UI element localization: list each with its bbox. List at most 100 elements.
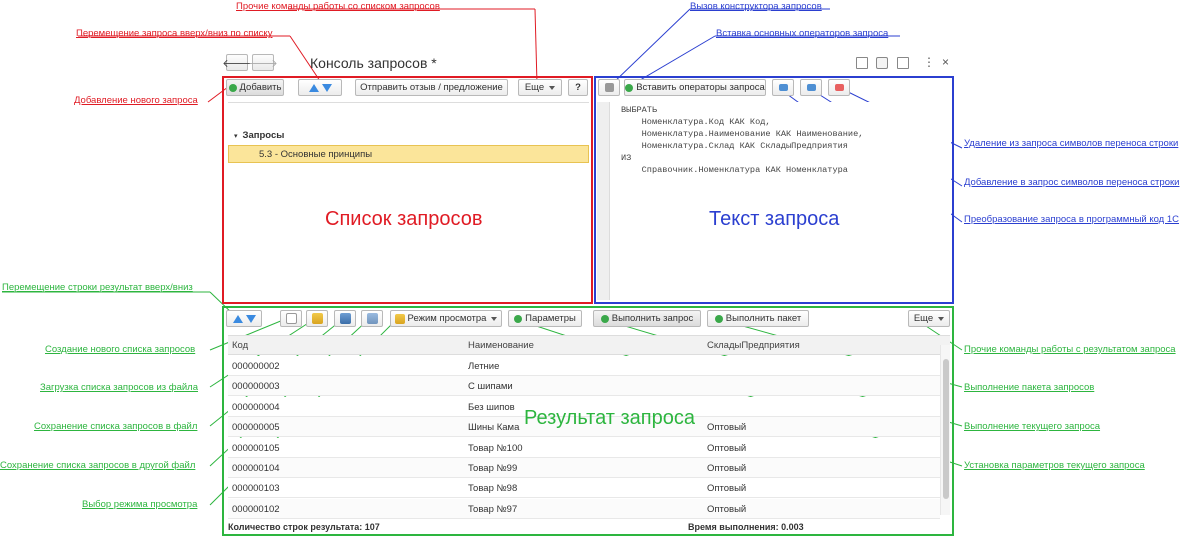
chevron-down-icon	[549, 85, 556, 90]
query-list-frame	[222, 76, 593, 304]
table-cell: Товар №97	[468, 503, 518, 515]
code-gutter	[597, 102, 610, 300]
add-icon	[228, 83, 237, 92]
table-cell: Оптовый	[707, 503, 747, 515]
ann-add-query: Добавление нового запроса	[74, 95, 198, 106]
remove-linebreaks-button[interactable]	[828, 79, 850, 96]
column-header-name[interactable]: Наименование	[468, 340, 534, 351]
close-icon[interactable]: ×	[942, 55, 949, 69]
table-cell: Оптовый	[707, 442, 747, 454]
folder-open-icon	[311, 313, 323, 324]
arrow-right-icon: 🡒	[248, 57, 278, 70]
ann-move-result-row: Перемещение строки результат вверх/вниз	[2, 282, 193, 293]
execute-query-button[interactable]: Выполнить запрос	[593, 310, 701, 327]
result-more-button[interactable]: Еще	[908, 310, 950, 327]
column-header-warehouse[interactable]: СкладыПредприятия	[707, 340, 800, 351]
table-row[interactable]: 000000002 Летние	[228, 356, 940, 376]
table-cell: Товар №98	[468, 483, 518, 495]
table-cell: 000000105	[232, 442, 280, 454]
insert-operators-button[interactable]: Вставить операторы запроса	[624, 79, 766, 96]
collapse-icon: ▾	[234, 133, 238, 140]
tree-item-selected[interactable]: 5.3 - Основные принципы	[228, 145, 589, 163]
table-cell: Летние	[468, 361, 500, 372]
save-window-icon[interactable]	[856, 57, 868, 69]
result-table-header: Код Наименование СкладыПредприятия	[228, 335, 950, 355]
new-list-button[interactable]	[280, 310, 302, 327]
view-mode-button[interactable]: Режим просмотра	[390, 310, 502, 327]
arrow-up-icon	[232, 314, 243, 323]
table-row[interactable]: 000000103 Товар №98 Оптовый	[228, 478, 940, 499]
back-button[interactable]: 🡐	[222, 54, 252, 71]
feedback-button[interactable]: Отправить отзыв / предложение	[355, 79, 508, 96]
table-row[interactable]: 000000105 Товар №100 Оптовый	[228, 437, 940, 458]
insert-icon	[625, 83, 634, 92]
column-header-code[interactable]: Код	[232, 340, 248, 351]
to-program-code-button[interactable]	[772, 79, 794, 96]
load-list-button[interactable]	[306, 310, 328, 327]
table-row[interactable]: 000000104 Товар №99 Оптовый	[228, 458, 940, 478]
table-cell: Оптовый	[707, 483, 747, 495]
table-cell: 000000103	[232, 483, 280, 495]
ann-save-list-other: Сохранение списка запросов в другой файл	[0, 460, 196, 471]
chevron-down-icon	[938, 316, 945, 321]
execute-batch-button[interactable]: Выполнить пакет	[707, 310, 809, 327]
window-title: Консоль запросов *	[310, 55, 437, 71]
execute-icon	[600, 314, 609, 323]
query-result-label: Результат запроса	[524, 407, 696, 429]
ann-other-result-commands: Прочие команды работы с результатом запр…	[964, 344, 1176, 355]
table-cell: Оптовый	[707, 463, 747, 474]
ann-new-list: Создание нового списка запросов	[45, 344, 196, 355]
save-icon	[339, 313, 351, 324]
query-text-label: Текст запроса	[709, 208, 840, 230]
table-cell: 000000002	[232, 361, 280, 372]
ann-add-linebreaks: Добавление в запрос символов переноса ст…	[964, 177, 1180, 188]
ann-save-list: Сохранение списка запросов в файл	[34, 421, 198, 432]
ann-insert-operators: Вставка основных операторов запроса	[716, 28, 889, 39]
ann-load-list: Загрузка списка запросов из файла	[40, 382, 199, 393]
help-button[interactable]: ?	[568, 79, 588, 96]
table-cell: 000000104	[232, 463, 280, 474]
add-linebreaks-button[interactable]	[800, 79, 822, 96]
ann-move-query: Перемещение запроса вверх/вниз по списку	[76, 28, 273, 39]
table-cell: Без шипов	[468, 401, 515, 413]
query-list-label: Список запросов	[325, 208, 483, 230]
table-cell: С шипами	[468, 381, 513, 393]
save-list-as-button[interactable]	[361, 310, 383, 327]
table-row[interactable]: 000000102 Товар №97 Оптовый	[228, 498, 940, 519]
code-line: ВЫБРАТЬ	[621, 105, 658, 115]
parameters-button[interactable]: Параметры	[508, 310, 582, 327]
preview-icon[interactable]	[897, 57, 909, 69]
convert-icon	[778, 84, 788, 91]
code-line: ИЗ	[621, 153, 632, 163]
move-result-row-button[interactable]	[226, 310, 262, 327]
ann-view-mode: Выбор режима просмотра	[82, 499, 198, 510]
print-icon[interactable]	[876, 57, 888, 69]
query-constructor-button[interactable]	[598, 79, 620, 96]
forward-button[interactable]: 🡒	[248, 54, 278, 71]
table-cell: 000000003	[232, 381, 280, 393]
move-query-button[interactable]	[298, 79, 342, 96]
ann-to-program-code: Преобразование запроса в программный код…	[964, 214, 1180, 225]
save-as-icon	[366, 313, 378, 324]
query-list-more-button[interactable]: Еще	[518, 79, 562, 96]
scroll-thumb[interactable]	[943, 359, 949, 499]
tree-divider	[228, 102, 589, 103]
arrow-down-icon	[245, 314, 256, 323]
linebreak-remove-icon	[834, 84, 844, 91]
code-line: Номенклатура.Склад КАК СкладыПредприятия	[621, 141, 848, 151]
view-mode-icon	[394, 313, 405, 324]
arrow-up-icon	[308, 83, 319, 92]
save-list-button[interactable]	[334, 310, 356, 327]
linebreak-add-icon	[806, 84, 816, 91]
code-line: Номенклатура.Код КАК Код,	[621, 117, 771, 127]
new-document-icon	[285, 313, 297, 324]
ann-other-list-commands: Прочие команды работы со списком запросо…	[236, 1, 440, 12]
query-text-editor[interactable]: ВЫБРАТЬ Номенклатура.Код КАК Код, Номенк…	[597, 102, 951, 300]
table-row[interactable]: 000000003 С шипами	[228, 376, 940, 397]
add-query-button[interactable]: Добавить	[226, 79, 284, 96]
ann-set-params: Установка параметров текущего запроса	[964, 460, 1145, 471]
more-vertical-icon[interactable]: ⋮	[923, 55, 935, 69]
table-cell: Товар №100	[468, 442, 523, 454]
result-scrollbar[interactable]	[940, 345, 950, 515]
tree-group[interactable]: ▾ Запросы	[234, 130, 284, 141]
